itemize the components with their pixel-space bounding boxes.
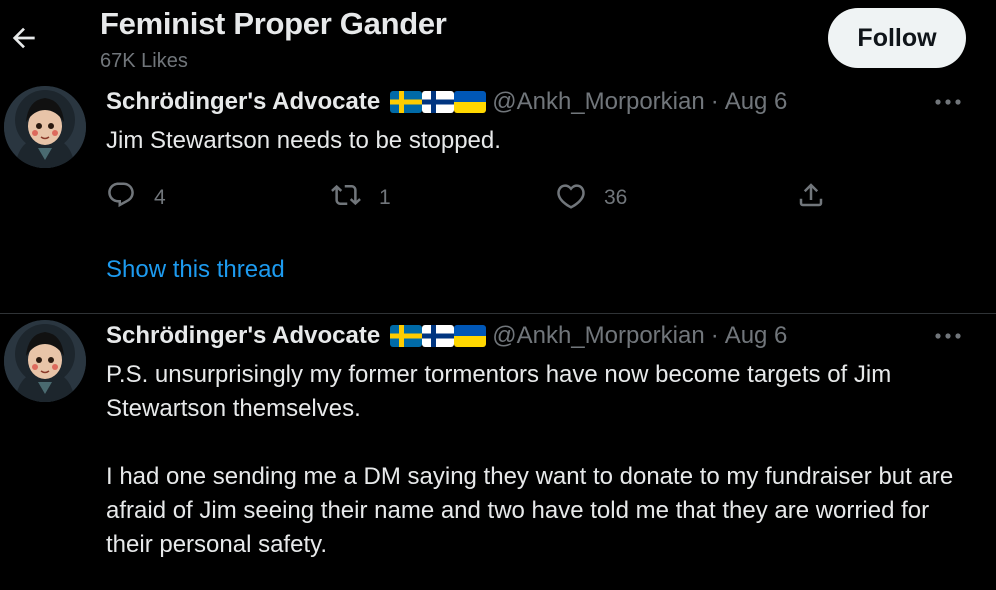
sweden-flag-icon [390,91,423,113]
reply-icon [106,180,136,216]
retweet-count: 1 [379,186,391,209]
finland-flag-icon [422,325,455,347]
tweet-paragraph: P.S. unsurprisingly my former tormentors… [106,361,892,422]
flag-emojis [390,91,487,113]
back-arrow-icon[interactable] [8,22,40,54]
flag-emojis [390,325,487,347]
retweet-icon [331,180,361,216]
like-button[interactable]: 36 [556,180,627,216]
sweden-flag-icon [390,325,423,347]
tweet-text: Jim Stewartson needs to be stopped. [106,124,976,158]
show-thread-link[interactable]: Show this thread [106,256,285,284]
more-options-icon[interactable] [930,90,966,114]
tweet-header: Schrödinger's Advocate @Ankh_Morporkian … [106,88,787,116]
ukraine-flag-icon [454,325,487,347]
more-options-icon[interactable] [930,324,966,348]
separator: · [710,88,719,115]
likes-count: 67K Likes [100,50,188,72]
profile-header: Feminist Proper Gander 67K Likes Follow [0,0,996,80]
heart-icon [556,180,586,216]
user-handle[interactable]: @Ankh_Morporkian [492,88,704,116]
follow-button[interactable]: Follow [828,8,966,68]
tweet[interactable]: Schrödinger's Advocate @Ankh_Morporkian … [0,316,996,590]
finland-flag-icon [422,91,455,113]
like-count: 36 [604,186,628,209]
retweet-button[interactable]: 1 [331,180,391,216]
tweet-text: P.S. unsurprisingly my former tormentors… [106,358,976,562]
share-icon [796,180,826,216]
tweet-header: Schrödinger's Advocate @Ankh_Morporkian … [106,322,787,350]
share-button[interactable] [796,180,826,216]
reply-button[interactable]: 4 [106,180,166,216]
tweet-actions: 4 1 36 [106,180,826,210]
tweet-paragraph: I had one sending me a DM saying they wa… [106,463,954,558]
tweet-paragraph: Jim Stewartson needs to be stopped. [106,127,501,154]
tweet-date[interactable]: Aug 6 [725,88,788,116]
tweet[interactable]: Schrödinger's Advocate @Ankh_Morporkian … [0,82,996,314]
avatar[interactable] [4,320,86,402]
separator: · [710,322,719,349]
page-title: Feminist Proper Gander [100,6,447,41]
display-name[interactable]: Schrödinger's Advocate [106,88,380,116]
reply-count: 4 [154,186,166,209]
tweet-date[interactable]: Aug 6 [725,322,788,350]
avatar[interactable] [4,86,86,168]
user-handle[interactable]: @Ankh_Morporkian [492,322,704,350]
display-name[interactable]: Schrödinger's Advocate [106,322,380,350]
divider [0,313,996,314]
ukraine-flag-icon [454,91,487,113]
